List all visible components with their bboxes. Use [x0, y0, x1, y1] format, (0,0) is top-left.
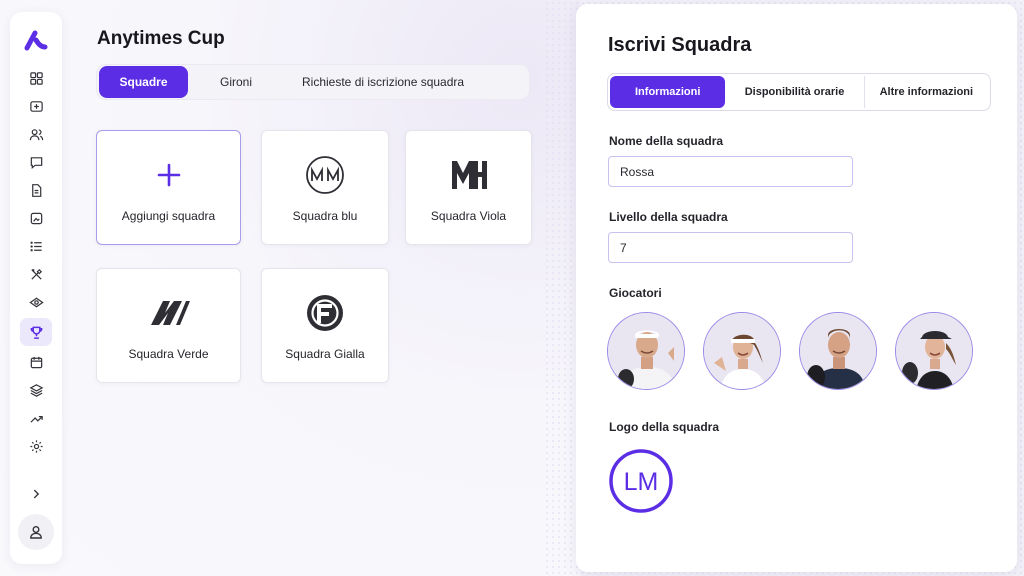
trending-icon[interactable] [20, 406, 52, 430]
team-card-viola[interactable]: Squadra Viola [405, 130, 532, 245]
team-name-label: Nome della squadra [609, 134, 724, 148]
team-label-viola: Squadra Viola [430, 209, 507, 223]
team-logo-upload[interactable]: LM [608, 448, 674, 514]
add-team-card[interactable]: Aggiungi squadra [96, 130, 241, 245]
tab-richieste-iscrizione[interactable]: Richieste di iscrizione squadra [284, 66, 464, 98]
image-icon[interactable] [20, 206, 52, 230]
tab-altre-informazioni[interactable]: Altre informazioni [865, 76, 988, 108]
mh-logo-icon [449, 155, 489, 195]
player-avatar-3[interactable] [799, 312, 877, 390]
main-tabs: Squadre Gironi Richieste di iscrizione s… [96, 64, 530, 100]
team-logo-label: Logo della squadra [609, 420, 720, 434]
player-avatar-4[interactable] [895, 312, 973, 390]
team-card-blu[interactable]: Squadra blu [261, 130, 389, 245]
tab-gironi[interactable]: Gironi [188, 66, 284, 98]
dashboard-icon[interactable] [20, 66, 52, 90]
trophy-icon[interactable] [20, 318, 52, 346]
tab-informazioni[interactable]: Informazioni [610, 76, 726, 108]
tab-squadre[interactable]: Squadre [99, 66, 188, 98]
panel-tabs: Informazioni Disponibilità orarie Altre … [607, 73, 991, 111]
lm-logo-icon: LM [609, 449, 673, 513]
main-content: Anytimes Cup Squadre Gironi Richieste di… [96, 0, 536, 576]
player-avatar-2[interactable] [703, 312, 781, 390]
team-label-verde: Squadra Verde [128, 347, 209, 361]
eye-icon[interactable] [20, 290, 52, 314]
player-avatar-1[interactable] [607, 312, 685, 390]
team-name-input[interactable] [608, 156, 853, 187]
n-logo-icon [147, 293, 191, 333]
add-team-label: Aggiungi squadra [121, 209, 216, 223]
layers-icon[interactable] [20, 378, 52, 402]
list-icon[interactable] [20, 234, 52, 258]
sidebar [10, 12, 62, 564]
users-icon[interactable] [20, 122, 52, 146]
team-label-blu: Squadra blu [292, 209, 358, 223]
tab-disponibilita-orarie[interactable]: Disponibilità orarie [725, 76, 865, 108]
user-profile-button[interactable] [18, 514, 54, 550]
document-icon[interactable] [20, 178, 52, 202]
calendar-icon[interactable] [20, 350, 52, 374]
sidebar-nav [20, 66, 52, 458]
mm-logo-icon [305, 155, 345, 195]
team-logo-text: LM [624, 468, 659, 496]
add-box-icon[interactable] [20, 94, 52, 118]
settings-icon[interactable] [20, 434, 52, 458]
plus-icon [155, 155, 183, 195]
panel-title: Iscrivi Squadra [608, 34, 752, 56]
team-level-label: Livello della squadra [609, 210, 728, 224]
user-icon [30, 526, 42, 539]
team-level-input[interactable] [608, 232, 853, 263]
team-card-verde[interactable]: Squadra Verde [96, 268, 241, 383]
chevron-right-icon[interactable] [20, 482, 52, 506]
team-card-gialla[interactable]: Squadra Gialla [261, 268, 389, 383]
tools-icon[interactable] [20, 262, 52, 286]
team-label-gialla: Squadra Gialla [285, 347, 365, 361]
f-logo-icon [305, 293, 345, 333]
register-team-panel: Iscrivi Squadra Informazioni Disponibili… [576, 4, 1017, 572]
chat-icon[interactable] [20, 150, 52, 174]
page-title: Anytimes Cup [97, 28, 225, 49]
players-label: Giocatori [609, 286, 662, 300]
app-logo-icon[interactable] [22, 26, 50, 54]
